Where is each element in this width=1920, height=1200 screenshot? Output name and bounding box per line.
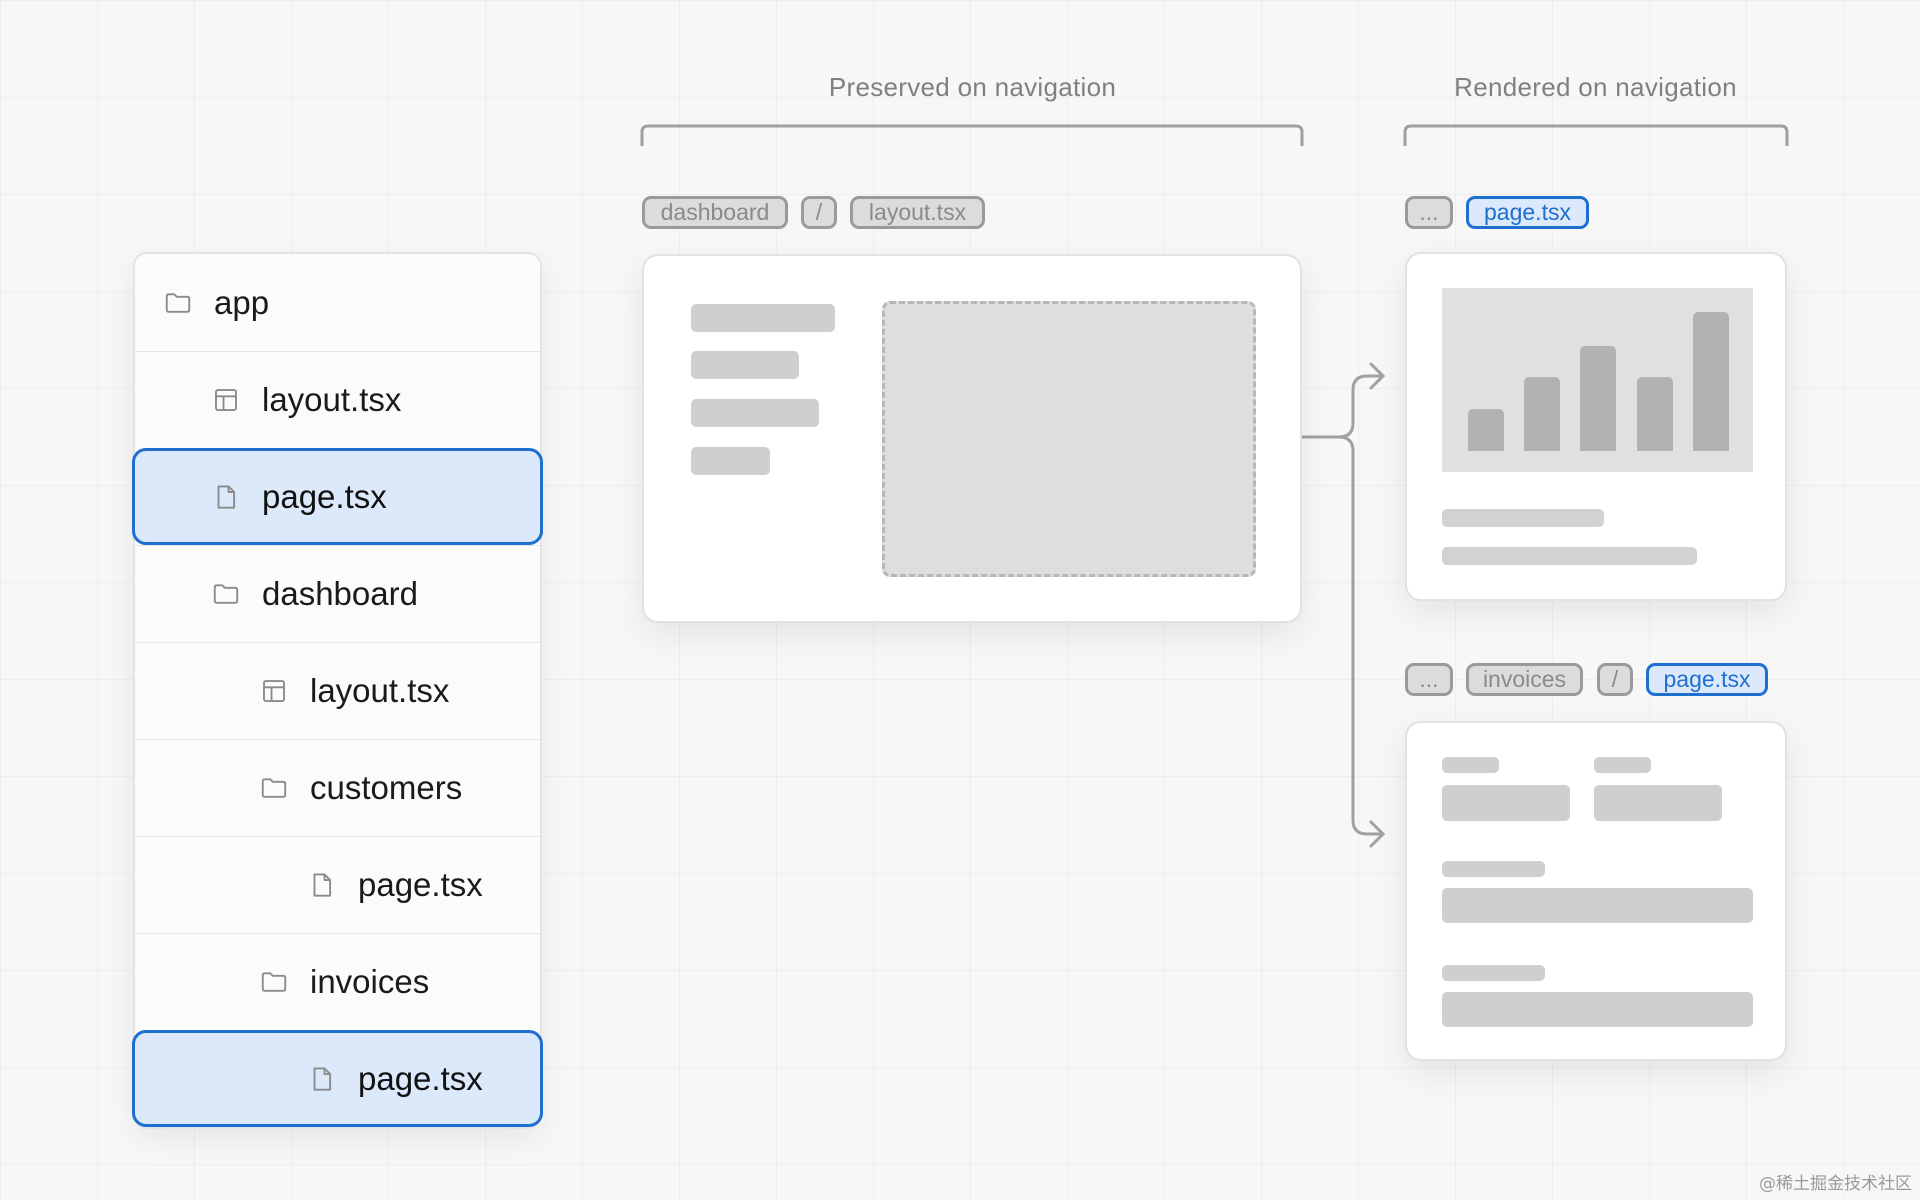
tree-item-root-page[interactable]: page.tsx — [132, 448, 543, 545]
invoices-page-card — [1405, 721, 1787, 1061]
file-icon — [313, 1066, 332, 1091]
tree-item-label: page.tsx — [358, 1059, 483, 1097]
tree-item-label: app — [214, 283, 270, 321]
folder-icon — [261, 778, 287, 798]
dashboard-layout-card — [642, 254, 1302, 623]
folder-icon — [213, 584, 239, 604]
breadcrumb-ellipsis: ... — [1405, 663, 1453, 696]
file-icon — [217, 484, 236, 509]
tree-item-label: dashboard — [262, 575, 418, 612]
branch-top — [1338, 374, 1383, 439]
label-placeholder — [1442, 965, 1545, 981]
page-outlet-slot — [882, 301, 1256, 577]
breadcrumb-separator: / — [1597, 663, 1633, 696]
tree-item-invoices-page[interactable]: page.tsx — [132, 1030, 543, 1127]
tree-item-label: page.tsx — [262, 477, 387, 515]
label-placeholder — [1442, 861, 1545, 877]
breadcrumb-invoices: invoices — [1466, 663, 1583, 696]
tree-item-root-layout[interactable]: layout.tsx — [135, 351, 540, 448]
field-placeholder — [1442, 785, 1570, 821]
tree-item-dashboard[interactable]: dashboard — [135, 545, 540, 642]
nav-placeholder — [691, 304, 835, 332]
tree-item-label: invoices — [310, 963, 430, 1000]
chart-bar — [1580, 346, 1616, 451]
tree-item-invoices[interactable]: invoices — [135, 933, 540, 1030]
file-icon — [313, 873, 332, 897]
tree-item-label: page.tsx — [358, 866, 483, 903]
nav-placeholder — [691, 399, 819, 427]
watermark: @稀土掘金技术社区 — [1759, 1174, 1912, 1194]
rendered-bracket — [1403, 124, 1789, 146]
dashboard-page-card — [1405, 252, 1787, 601]
field-placeholder — [1442, 888, 1753, 923]
tree-item-label: layout.tsx — [262, 381, 402, 418]
field-placeholder — [1442, 992, 1753, 1027]
label-placeholder — [1594, 757, 1651, 773]
chart-bar — [1693, 312, 1729, 451]
breadcrumb-dashboard: dashboard — [642, 196, 788, 229]
preserved-bracket — [640, 124, 1304, 146]
tree-item-app[interactable]: app — [135, 254, 540, 351]
field-placeholder — [1594, 785, 1722, 821]
folder-icon — [165, 292, 191, 313]
tree-item-dashboard-layout[interactable]: layout.tsx — [135, 642, 540, 739]
tree-item-customers-page[interactable]: page.tsx — [135, 836, 540, 933]
file-tree: app layout.tsx page.tsx dashboard layout… — [132, 252, 543, 1129]
chart-placeholder — [1442, 288, 1753, 472]
chart-bar — [1468, 409, 1504, 451]
breadcrumb-separator: / — [801, 196, 837, 229]
text-placeholder — [1442, 509, 1604, 527]
label-placeholder — [1442, 757, 1499, 773]
tree-item-label: customers — [310, 769, 463, 806]
chart-bar — [1637, 377, 1673, 451]
tree-item-customers[interactable]: customers — [135, 739, 540, 836]
layout-icon — [263, 680, 285, 702]
nav-placeholder — [691, 447, 770, 475]
nav-placeholder — [691, 351, 799, 379]
chart-bar — [1524, 377, 1560, 451]
text-placeholder — [1442, 547, 1697, 565]
branch-bottom — [1338, 435, 1383, 836]
breadcrumb-page: page.tsx — [1466, 196, 1589, 229]
tree-item-label: layout.tsx — [310, 672, 450, 709]
breadcrumb-layout: layout.tsx — [850, 196, 985, 229]
breadcrumb-page: page.tsx — [1646, 663, 1768, 696]
folder-icon — [261, 972, 287, 992]
breadcrumb-ellipsis: ... — [1405, 196, 1453, 229]
layout-icon — [215, 389, 237, 411]
